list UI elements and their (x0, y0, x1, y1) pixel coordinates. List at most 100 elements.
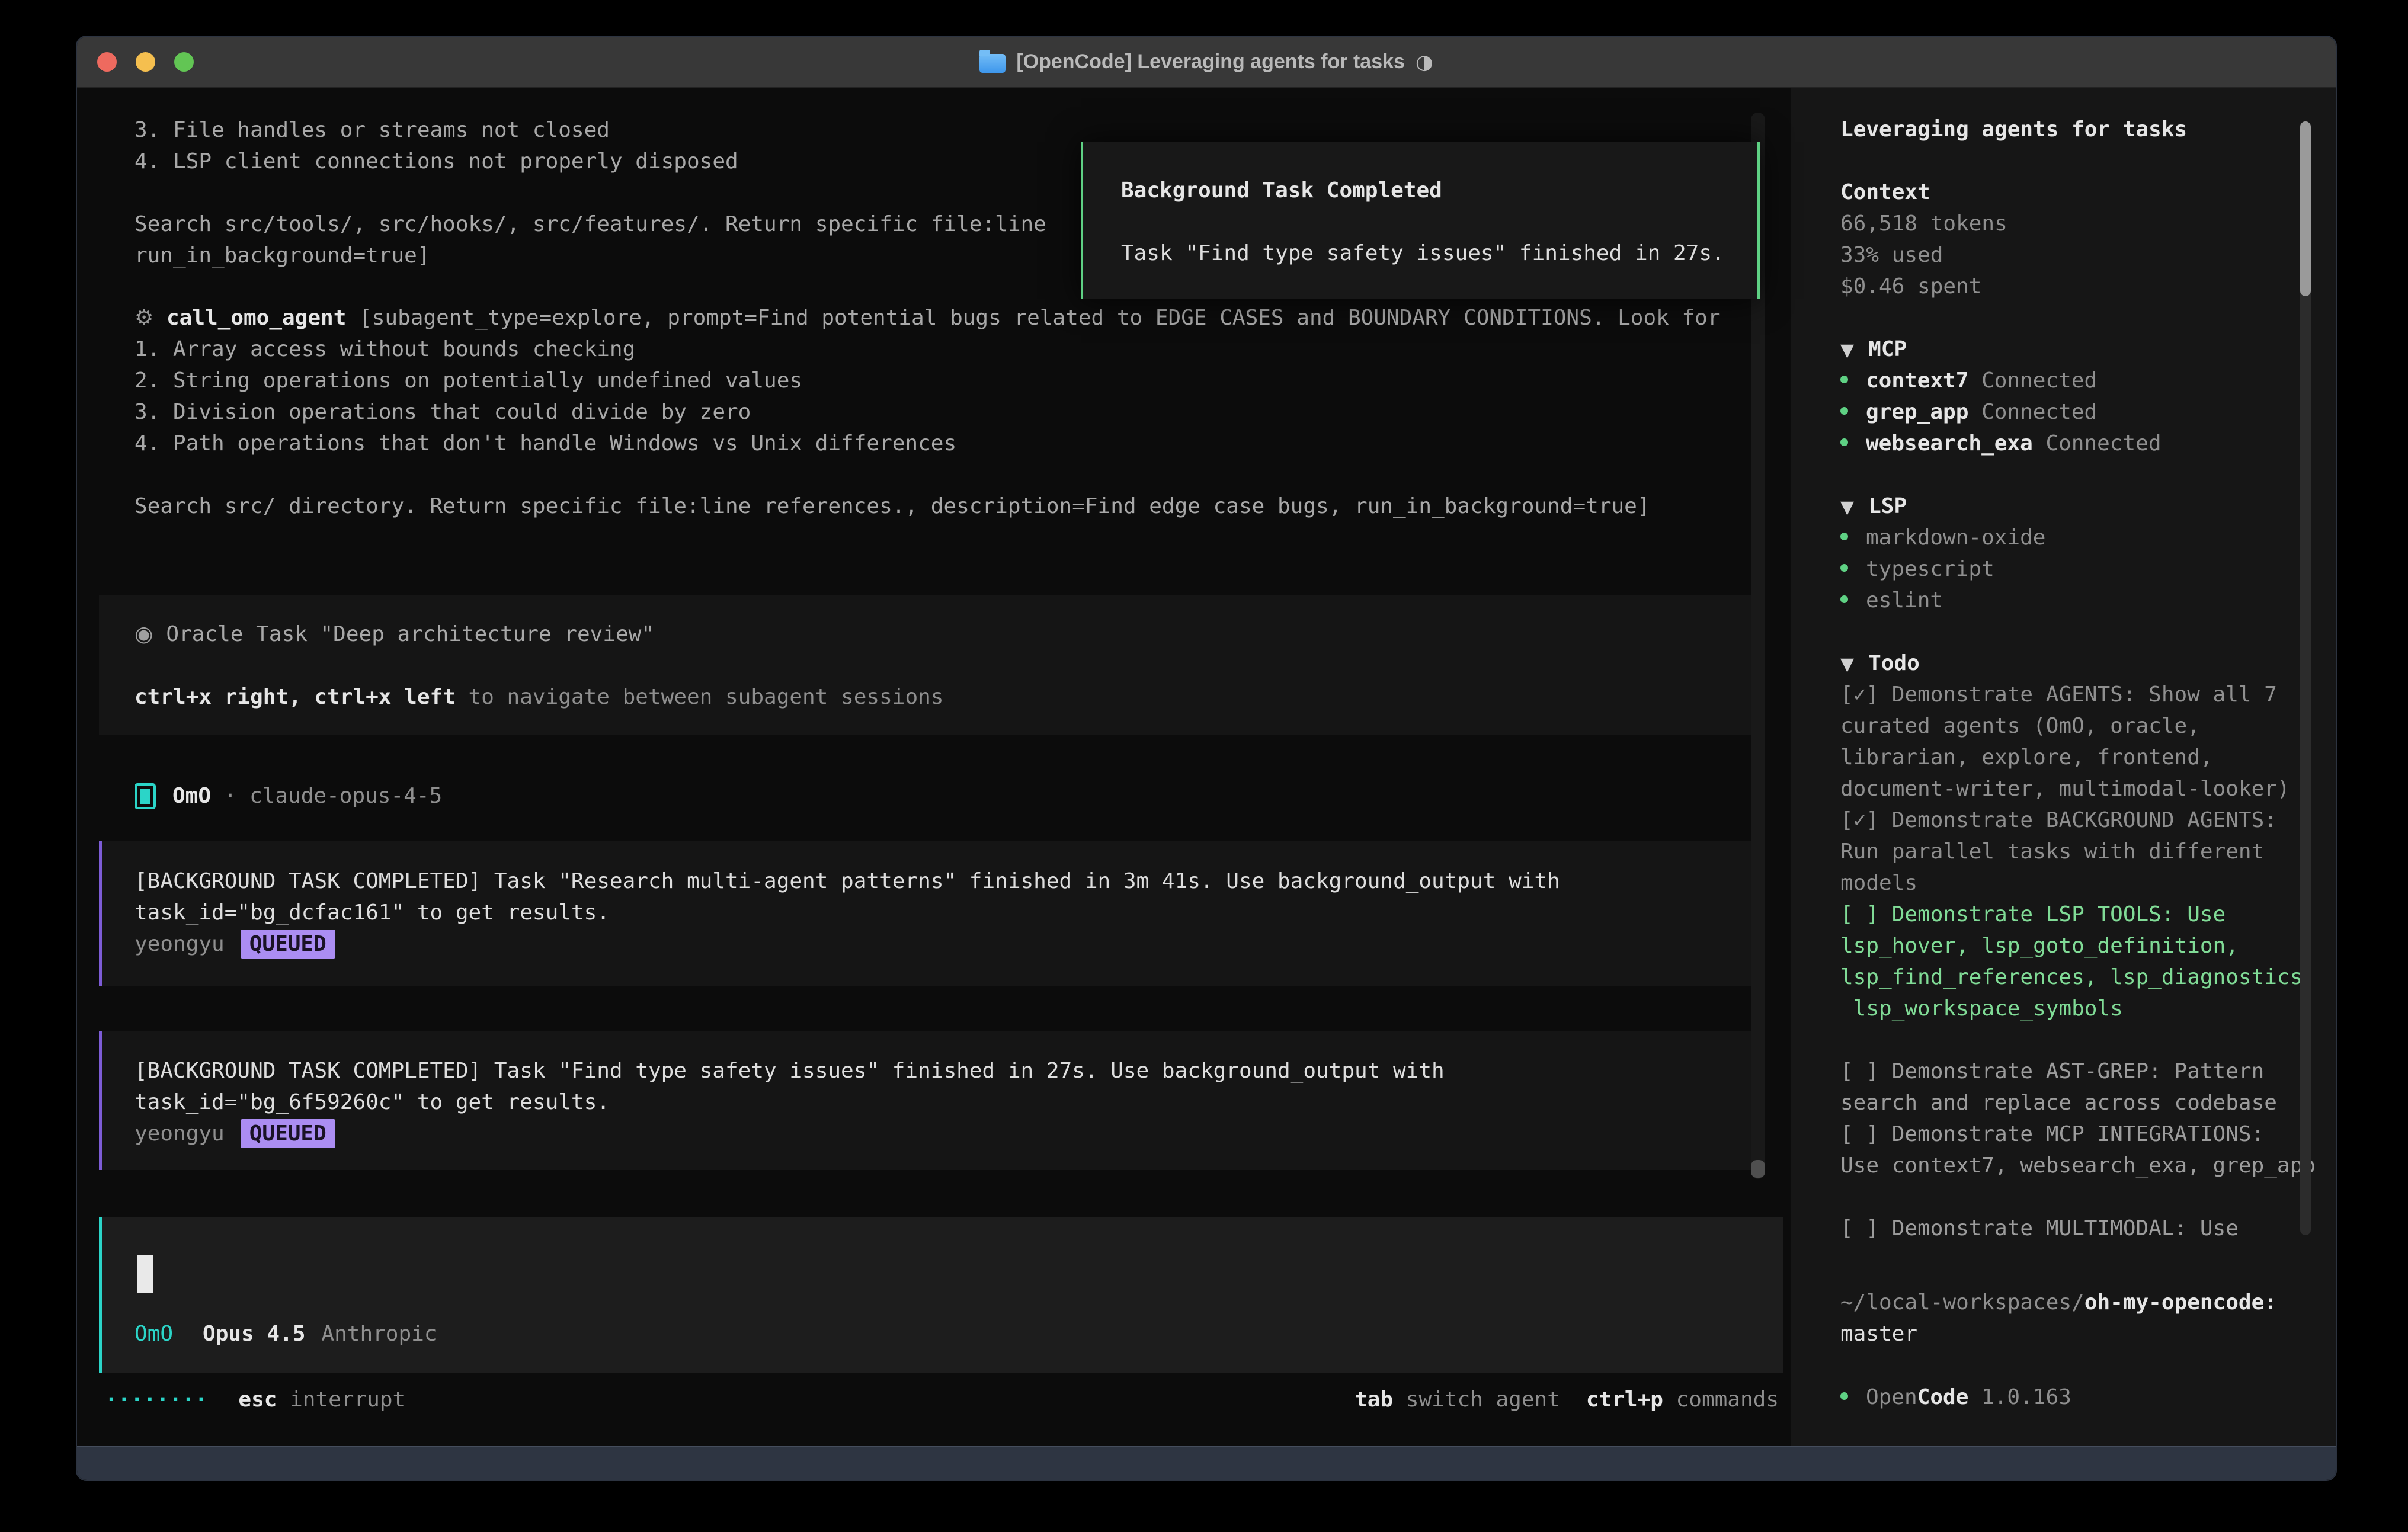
terminal-text-line: 4. LSP client connections not properly d… (135, 146, 1046, 177)
author: yeongyu (135, 932, 225, 956)
text-cursor (137, 1255, 153, 1293)
minimize-window-button[interactable] (136, 52, 155, 72)
agent-call-text-line (135, 459, 1721, 491)
todo-item-line: [✓] Demonstrate AGENTS: Show all 7 (1840, 679, 2308, 710)
todo-section: ▼ Todo [✓] Demonstrate AGENTS: Show all 7… (1840, 648, 2308, 1244)
task-message-line2: task_id="bg_6f59260c" to get results. (135, 1086, 1755, 1118)
lsp-item: markdown-oxide (1840, 522, 2308, 553)
agent-name: OmO (172, 784, 211, 808)
input-provider-name: Anthropic (321, 1322, 437, 1346)
mcp-item: websearch_exa Connected (1840, 428, 2308, 459)
window-title: [OpenCode] Leveraging agents for tasks ◑ (979, 50, 1433, 74)
sidebar-scrollbar-track[interactable] (2300, 121, 2311, 1235)
toast-spacer (1121, 206, 1757, 238)
workspace-line: ~/local-workspaces/oh-my-opencode: (1840, 1287, 2308, 1318)
todo-item-line: Use context7, websearch_exa, grep_app (1840, 1150, 2308, 1181)
background-task-toast: Background Task Completed Task "Find typ… (1081, 142, 1760, 299)
oracle-task-card[interactable]: ◉Oracle Task "Deep architecture review" … (99, 595, 1755, 735)
gear-icon: ⚙ (135, 306, 153, 330)
mcp-item: grep_app Connected (1840, 396, 2308, 428)
todo-item-line: lsp_hover, lsp_goto_definition, (1840, 930, 2308, 961)
todo-section-header[interactable]: ▼ Todo (1840, 648, 2308, 679)
esc-key-hint: esc (238, 1387, 277, 1412)
todo-item-line: librarian, explore, frontend, (1840, 742, 2308, 773)
context-tokens: 66,518 tokens (1840, 208, 2308, 239)
sidebar-scrollbar-thumb[interactable] (2300, 121, 2311, 296)
window-footer-bar (77, 1446, 2336, 1480)
status-badge: QUEUED (241, 1119, 335, 1148)
context-used: 33% used (1840, 239, 2308, 271)
model-selector-row[interactable]: OmOOpus 4.5Anthropic (135, 1318, 437, 1350)
mcp-server-name: websearch_exa (1866, 431, 2033, 456)
workspace-repo: oh-my-opencode: (2084, 1290, 2277, 1315)
todo-heading: Todo (1868, 651, 1920, 675)
tab-key-label: switch agent (1393, 1387, 1560, 1412)
input-model-name: Opus 4.5 (203, 1322, 305, 1346)
esc-key-label: interrupt (277, 1387, 405, 1412)
oracle-task-line: ◉Oracle Task "Deep architecture review" (135, 618, 1755, 650)
lsp-server-name: eslint (1866, 588, 1943, 613)
agent-session-header: OmO · claude-opus-4-5 (135, 780, 442, 812)
progress-circle-icon: ◑ (1416, 50, 1433, 74)
folder-icon (979, 54, 1006, 73)
agent-call-line: ⚙ call_omo_agent [subagent_type=explore,… (135, 302, 1721, 334)
lsp-items: markdown-oxide typescript eslint (1840, 522, 2308, 616)
status-dot-icon (1840, 1392, 1848, 1400)
mcp-server-name: grep_app (1866, 400, 1968, 424)
workspace-path: ~/local-workspaces/oh-my-opencode: maste… (1840, 1287, 2308, 1350)
tab-key-hint: tab (1354, 1387, 1393, 1412)
todo-item-line: search and replace across codebase (1840, 1087, 2308, 1118)
status-dot-icon (1840, 595, 1848, 603)
task-message-line1: [BACKGROUND TASK COMPLETED] Task "Find t… (135, 1055, 1755, 1086)
window-titlebar[interactable]: [OpenCode] Leveraging agents for tasks ◑ (77, 37, 2336, 88)
spinner-dots-icon: ········ (105, 1387, 207, 1412)
ctrlp-key-hint: ctrl+p (1586, 1387, 1663, 1412)
todo-gap (1840, 1181, 2308, 1213)
todo-item-line: curated agents (OmO, oracle, (1840, 710, 2308, 742)
app-version-number: 1.0.163 (1968, 1385, 2071, 1409)
zoom-window-button[interactable] (174, 52, 194, 72)
mcp-server-status: Connected (1968, 400, 2097, 424)
toast-body: Task "Find type safety issues" finished … (1121, 238, 1757, 269)
lsp-server-name: typescript (1866, 557, 1994, 581)
chevron-down-icon: ▼ (1840, 654, 1854, 675)
session-sidebar: Leveraging agents for tasks Context 66,5… (1791, 88, 2337, 1446)
session-title: Leveraging agents for tasks (1840, 114, 2308, 145)
agent-call-detail: 1. Array access without bounds checking2… (135, 334, 1721, 522)
tool-args: [subagent_type=explore, prompt=Find pote… (346, 306, 1720, 330)
mcp-section: ▼MCP context7 Connectedgrep_app Connecte… (1840, 334, 2308, 459)
task-message-meta: yeongyuQUEUED (135, 1118, 1755, 1149)
prompt-input[interactable]: OmOOpus 4.5Anthropic (99, 1217, 1783, 1373)
todo-item-line: [ ] Demonstrate LSP TOOLS: Use (1840, 899, 2308, 930)
lsp-item: eslint (1840, 585, 2308, 616)
omo-agent-icon (135, 783, 156, 809)
status-dot-icon (1840, 376, 1848, 383)
mcp-section-header[interactable]: ▼MCP (1840, 334, 2308, 365)
status-dot-icon (1840, 564, 1848, 572)
workspace-dir-prefix: ~/local-workspaces/ (1840, 1290, 2084, 1315)
agent-separator: · (211, 784, 249, 808)
tool-name: call_omo_agent (166, 306, 346, 330)
lsp-section-header[interactable]: ▼LSP (1840, 491, 2308, 522)
terminal-content: 3. File handles or streams not closed4. … (77, 88, 2336, 1446)
todo-gap (1840, 1024, 2308, 1056)
opencode-terminal-window: [OpenCode] Leveraging agents for tasks ◑… (76, 36, 2337, 1481)
window-title-text: [OpenCode] Leveraging agents for tasks (1016, 50, 1405, 73)
status-dot-icon (1840, 407, 1848, 415)
todo-item-line: [ ] Demonstrate MCP INTEGRATIONS: (1840, 1118, 2308, 1150)
mcp-items: context7 Connectedgrep_app Connectedwebs… (1840, 365, 2308, 459)
oracle-spacer (135, 650, 1755, 681)
todo-item-line: [✓] Demonstrate BACKGROUND AGENTS: (1840, 805, 2308, 836)
status-dot-icon (1840, 533, 1848, 540)
close-window-button[interactable] (97, 52, 117, 72)
status-bar-right: tab switch agent ctrl+p commands (1354, 1384, 1779, 1415)
ctrlp-key-label: commands (1663, 1387, 1779, 1412)
terminal-text-line (135, 177, 1046, 209)
app-name-bold: Code (1917, 1385, 1969, 1409)
chat-scrollbar-thumb[interactable] (1751, 1160, 1765, 1178)
agent-call-text-line: 4. Path operations that don't handle Win… (135, 428, 1721, 459)
agent-call-text-line: 3. Division operations that could divide… (135, 396, 1721, 428)
lsp-heading: LSP (1868, 494, 1907, 518)
todo-item-line: lsp_find_references, lsp_diagnostics, (1840, 961, 2308, 993)
app-version: OpenCode 1.0.163 (1840, 1382, 2308, 1413)
